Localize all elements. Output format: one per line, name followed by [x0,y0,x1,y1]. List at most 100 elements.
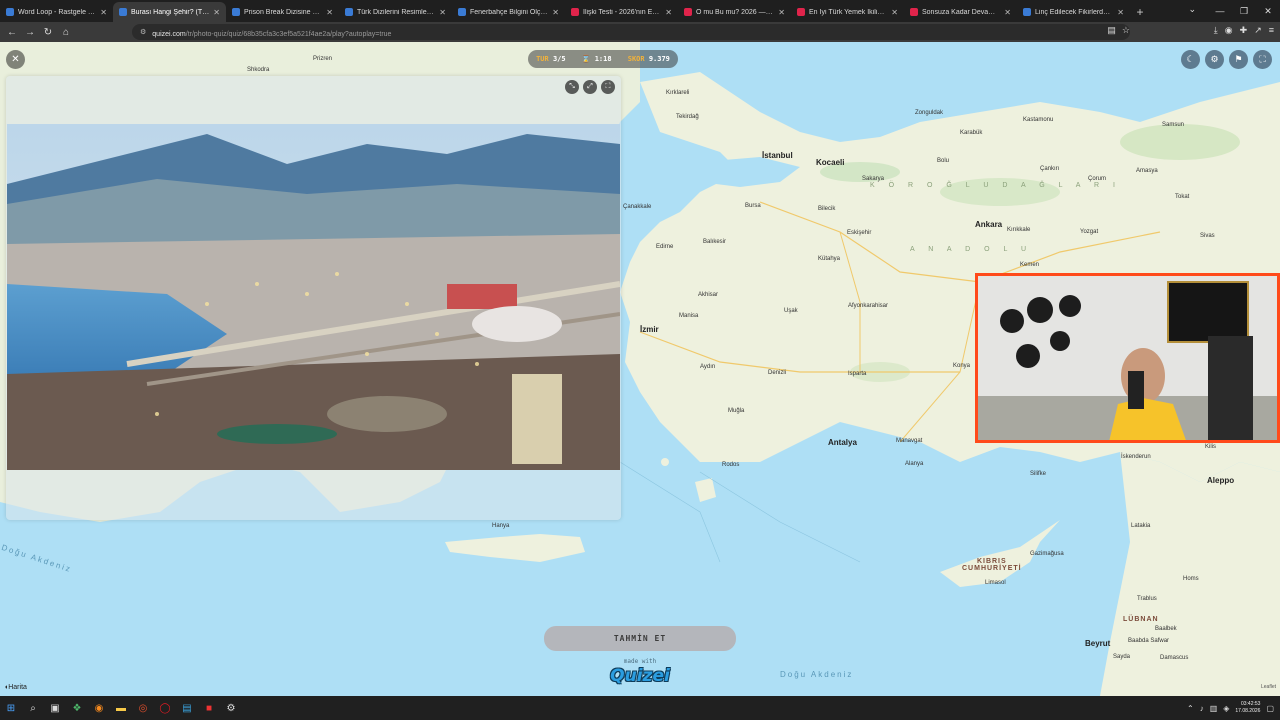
close-tab-icon[interactable]: ✕ [778,8,785,17]
close-tab-icon[interactable]: ✕ [100,8,107,17]
score-label: SKOR [627,55,645,63]
map-label-sivas: Sivas [1200,233,1215,239]
map-label-hanya: Hanya [492,523,510,529]
tab-list-chevron-icon[interactable]: ⌄ [1188,4,1196,15]
browser-tab[interactable]: Linç Edilecek Fikirlerden Hangi✕ [1017,2,1130,22]
map-label-aydin: Aydın [700,364,716,370]
round-label: TUR [536,55,549,63]
screen: Word Loop - Rastgele - Quizei✕ Burası Ha… [0,0,1280,720]
browser-tab[interactable]: En İyi Türk Yemek İkilisi Hangisi✕ [791,2,904,22]
map-label-trablus: Trablus [1137,596,1157,602]
close-tab-icon[interactable]: ✕ [1117,8,1124,17]
opera-icon[interactable]: ◯ [154,696,176,720]
close-quiz-button[interactable]: ✕ [6,50,25,69]
map-label-prizren: Prizren [313,56,333,62]
map-label-alanya: Alanya [905,461,924,467]
fullscreen-photo-icon[interactable]: ⛶ [601,80,615,94]
map-label-denizli: Denizli [768,370,787,376]
network-icon[interactable]: ▥ [1210,704,1218,713]
menu-icon[interactable]: ≡ [1269,25,1274,36]
forward-icon[interactable]: → [21,23,39,41]
puzzle-icon[interactable]: ✚ [1240,25,1248,36]
quizei-logo[interactable]: Quizei [607,666,673,690]
microphone-icon[interactable]: ♪ [1200,704,1204,713]
reload-icon[interactable]: ↻ [39,23,57,41]
close-window-icon[interactable]: ✕ [1256,0,1280,22]
tray-chevron-icon[interactable]: ⌃ [1187,704,1194,713]
file-explorer-icon[interactable]: ▬ [110,696,132,720]
map-tab[interactable]: ◖Harita [4,684,27,691]
map-label-isparta: Isparta [848,371,867,377]
map-label-iskenderun: İskenderun [1121,454,1151,460]
map-label-yozgat: Yozgat [1080,229,1099,235]
system-tray: ⌃ ♪ ▥ ◈ 03:42:53 17.08.2026 ▢ [1187,696,1274,720]
recording-app-icon[interactable]: ■ [198,696,220,720]
notifications-icon[interactable]: ▢ [1266,704,1274,713]
reader-view-icon[interactable]: ▤ [1107,25,1116,36]
chrome-icon[interactable]: ◎ [132,696,154,720]
close-tab-icon[interactable]: ✕ [891,8,898,17]
taskbar-clock[interactable]: 03:42:53 17.08.2026 [1235,701,1260,715]
fullscreen-icon[interactable]: ⛶ [1253,50,1272,69]
notepad-icon[interactable]: ▤ [176,696,198,720]
photo-toolbar: ⤡ ⤢ ⛶ [565,80,615,94]
browser-tab[interactable]: Fenerbahçe Bilgini Ölç - Quizei✕ [452,2,565,22]
firefox-icon[interactable]: ◉ [88,696,110,720]
map-label-latakia: Latakia [1131,523,1151,529]
browser-tab[interactable]: Word Loop - Rastgele - Quizei✕ [0,2,113,22]
map-label-kirikkale: Kırıkkale [1007,227,1031,233]
close-tab-icon[interactable]: ✕ [552,8,559,17]
share-icon[interactable]: ↗ [1254,25,1262,36]
flag-icon[interactable]: ⚑ [1229,50,1248,69]
restore-icon[interactable]: ❐ [1232,0,1256,22]
map-label-damascus: Damascus [1160,655,1189,661]
webcam-feed [978,276,1277,440]
back-icon[interactable]: ← [3,23,21,41]
settings-gear-icon[interactable]: ⚙ [1205,50,1224,69]
browser-tab[interactable]: İlişki Testi - 2026'nın En Viral Te✕ [565,2,678,22]
browser-tab-active[interactable]: Burası Hangi Şehir? (Türkiye) - Q✕ [113,2,226,22]
task-view-icon[interactable]: ▣ [44,696,66,720]
map-label-akhisar: Akhisar [698,292,719,298]
browser-tab[interactable]: Prison Break Dizisine Ne Kadar✕ [226,2,339,22]
browser-tab[interactable]: Sonsuza Kadar Devam Edecek✕ [904,2,1017,22]
tab-favicon-icon [232,8,240,16]
download-icon[interactable]: ⤓ [1214,25,1218,36]
map-label-kutahya: Kütahya [818,256,841,262]
timer-icon: ⌛ [581,55,591,63]
address-bar[interactable]: ⚙ quizei.com/tr/photo-quiz/quiz/68b35cfa… [132,24,1130,40]
bookmark-star-icon[interactable]: ☆ [1122,25,1130,36]
map-label-silifke: Silifke [1030,471,1047,477]
new-tab-icon[interactable]: + [1130,2,1150,22]
extension-icon[interactable]: ◉ [1225,25,1233,36]
volume-icon[interactable]: ◈ [1223,704,1229,713]
settings-app-icon[interactable]: ⚙ [220,696,242,720]
map-label-kilis: Kilis [1205,444,1217,450]
browser-tab[interactable]: O mu Bu mu? 2026 — Sevgilini✕ [678,2,791,22]
minimize-icon[interactable]: — [1208,0,1232,22]
map-label-baabda: Baabda Safwar [1128,638,1170,644]
close-tab-icon[interactable]: ✕ [1004,8,1011,17]
close-tab-icon[interactable]: ✕ [665,8,672,17]
guess-button[interactable]: TAHMİN ET [544,626,736,651]
quiz-map-view[interactable]: İstanbul Kocaeli Ankara İzmir Antalya Bu… [0,42,1280,696]
browser-tab[interactable]: Türk Dizilerini Resimlerden Tah✕ [339,2,452,22]
map-attribution[interactable]: Leaflet [1261,684,1276,690]
site-info-icon[interactable]: ⚙ [140,28,146,36]
dark-mode-icon[interactable]: ☾ [1181,50,1200,69]
tab-favicon-icon [910,8,918,16]
expand-icon[interactable]: ⤢ [583,80,597,94]
home-icon[interactable]: ⌂ [57,23,75,41]
close-tab-icon[interactable]: ✕ [213,8,220,17]
shrink-icon[interactable]: ⤡ [565,80,579,94]
close-tab-icon[interactable]: ✕ [326,8,333,17]
copilot-icon[interactable]: ❖ [66,696,88,720]
search-icon[interactable]: ⌕ [22,696,44,720]
close-tab-icon[interactable]: ✕ [439,8,446,17]
map-label-kemen: Kemen [1020,262,1040,268]
map-label-bursa: Bursa [745,203,761,209]
windows-taskbar: ⊞ ⌕ ▣ ❖ ◉ ▬ ◎ ◯ ▤ ■ ⚙ ⌃ ♪ ▥ ◈ 03:42:53 17… [0,696,1280,720]
map-label-kirklareli: Kırklareli [666,90,690,96]
start-windows-icon[interactable]: ⊞ [0,696,22,720]
score-value: 9.379 [648,55,670,63]
